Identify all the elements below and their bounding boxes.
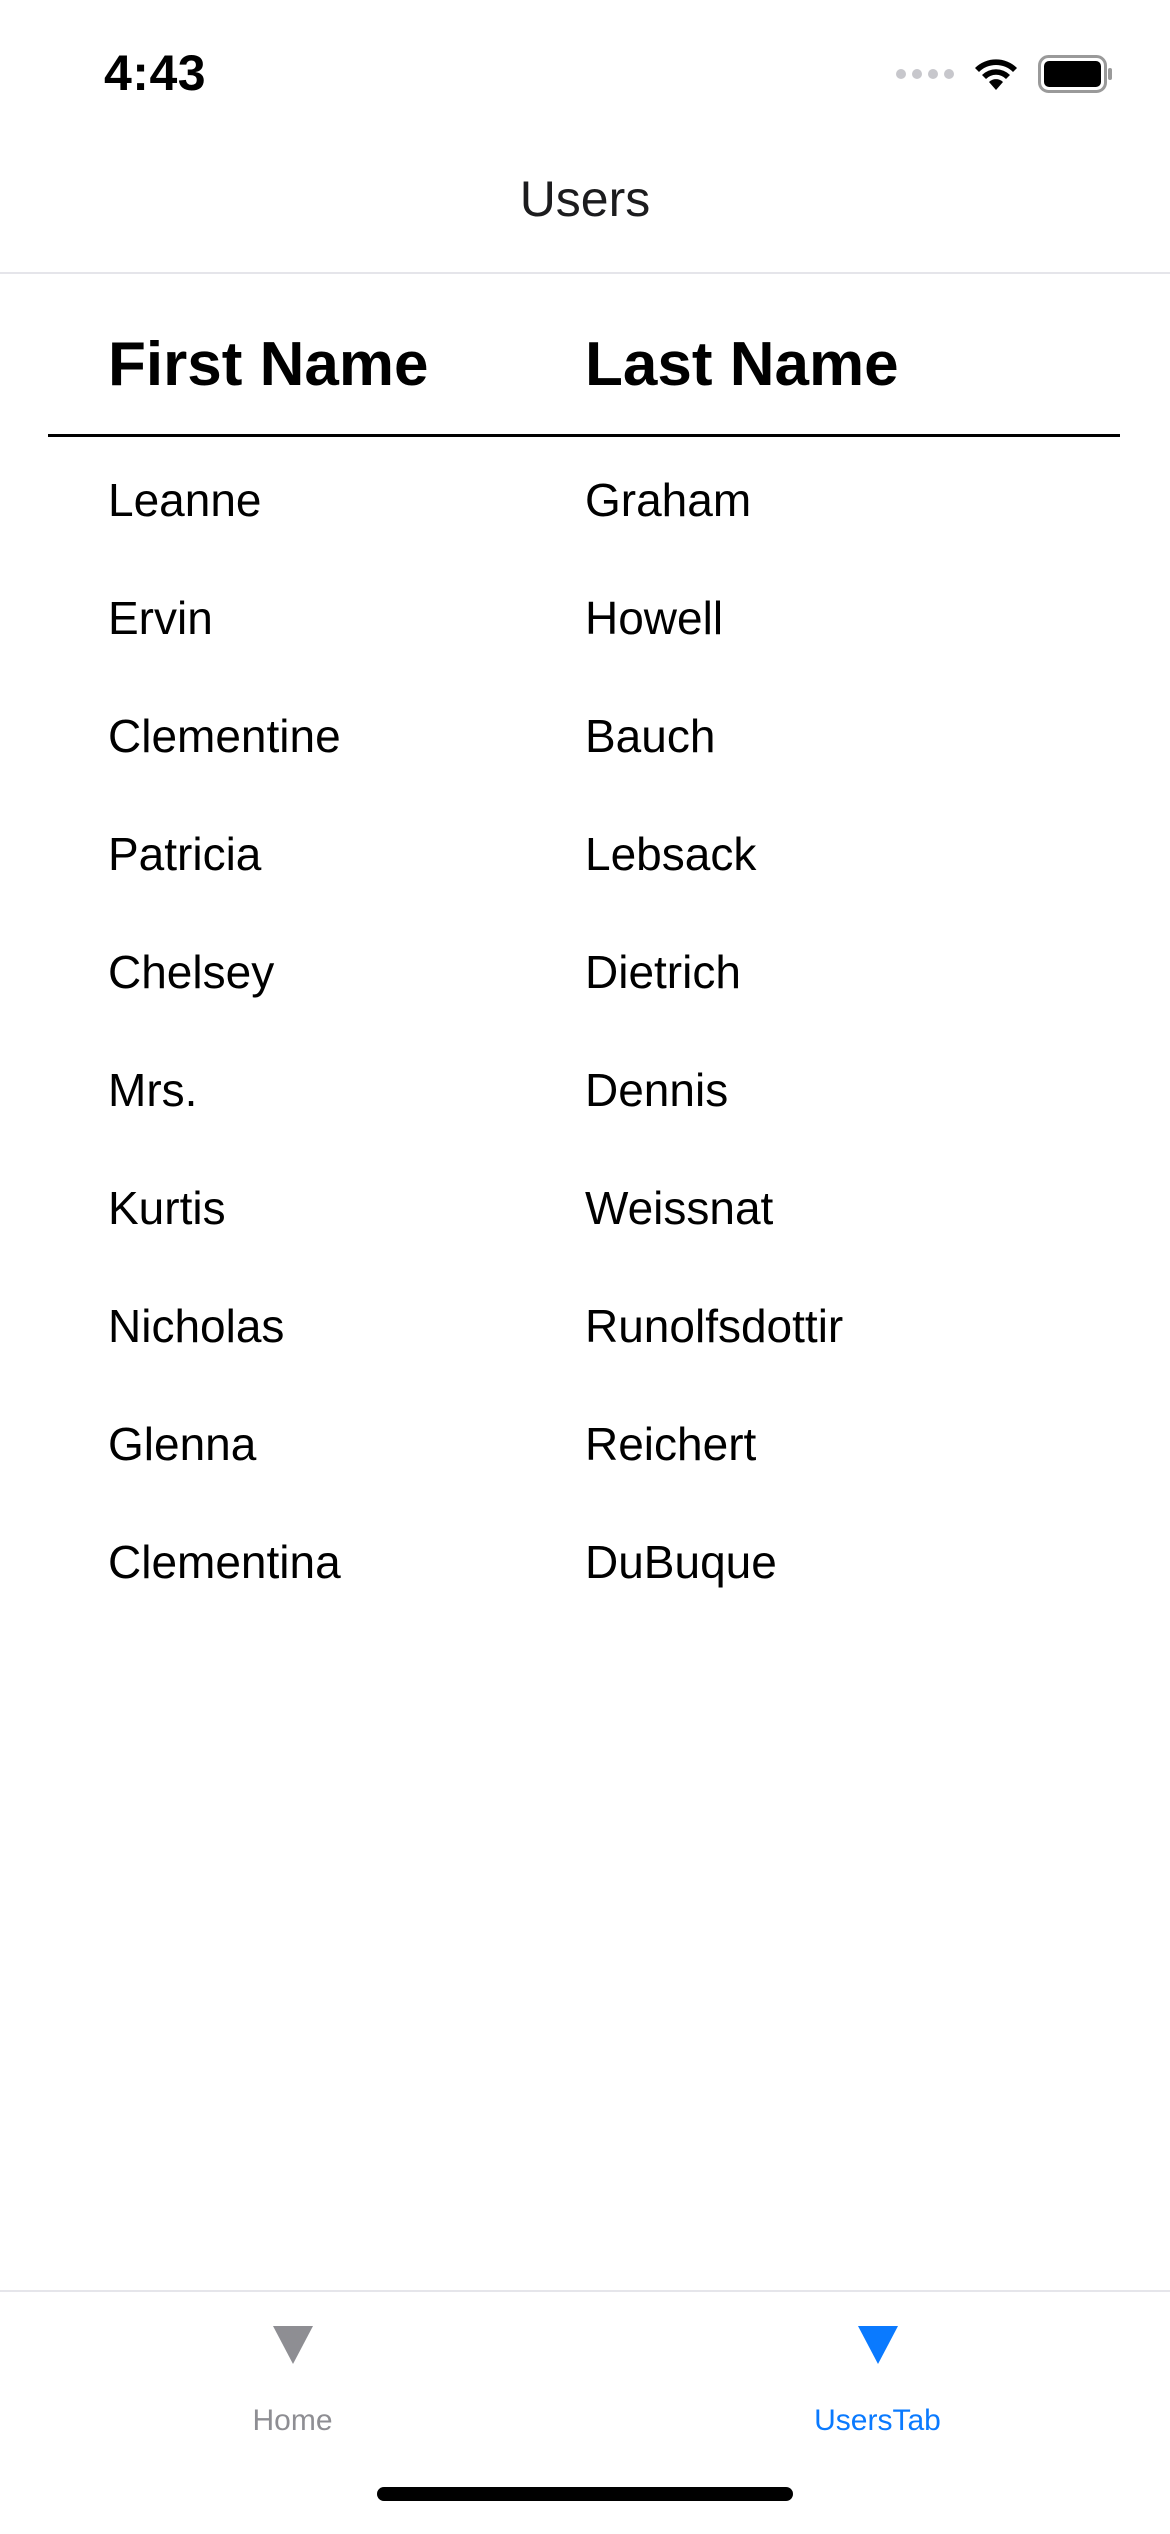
first-name-cell: Clementine <box>108 710 341 762</box>
table-row: Nicholas Runolfsdottir <box>48 1267 1120 1385</box>
cellular-signal-icon <box>896 69 954 79</box>
last-name-cell: Graham <box>585 474 752 526</box>
table-row: Glenna Reichert <box>48 1385 1120 1503</box>
last-name-cell: Reichert <box>585 1418 757 1470</box>
tab-home-label: Home <box>252 2404 333 2437</box>
table-body: Leanne Graham Ervin Howell Clementine Ba… <box>48 437 1120 1621</box>
first-name-cell: Clementina <box>108 1536 341 1588</box>
first-name-cell: Glenna <box>108 1418 257 1470</box>
table-row: Mrs. Dennis <box>48 1031 1120 1149</box>
table-row: Leanne Graham <box>48 441 1120 559</box>
battery-icon <box>1038 55 1112 93</box>
first-name-cell: Chelsey <box>108 946 275 998</box>
status-icons <box>896 50 1114 98</box>
first-name-cell: Nicholas <box>108 1300 285 1352</box>
first-name-cell: Patricia <box>108 828 262 880</box>
tab-home[interactable]: Home <box>0 2292 585 2462</box>
status-time: 4:43 <box>104 45 207 101</box>
triangle-down-icon <box>857 2326 898 2364</box>
last-name-cell: Weissnat <box>585 1182 774 1234</box>
column-header-first-name: First Name <box>108 330 429 399</box>
last-name-cell: Dennis <box>585 1064 729 1116</box>
first-name-cell: Mrs. <box>108 1064 198 1116</box>
tab-users[interactable]: UsersTab <box>585 2292 1170 2462</box>
tab-users-label: UsersTab <box>814 2404 941 2437</box>
wifi-icon <box>975 59 1017 90</box>
navigation-bar: Users <box>0 140 1170 274</box>
status-bar: 4:43 <box>0 0 1170 140</box>
table-row: Patricia Lebsack <box>48 795 1120 913</box>
users-table: First Name Last Name Leanne Graham Ervin… <box>48 312 1120 1621</box>
first-name-cell: Leanne <box>108 474 262 526</box>
last-name-cell: Bauch <box>585 710 716 762</box>
first-name-cell: Kurtis <box>108 1182 226 1234</box>
table-row: Chelsey Dietrich <box>48 913 1120 1031</box>
last-name-cell: Dietrich <box>585 946 741 998</box>
table-row: Kurtis Weissnat <box>48 1149 1120 1267</box>
last-name-cell: DuBuque <box>585 1536 777 1588</box>
last-name-cell: Howell <box>585 592 724 644</box>
table-row: Clementine Bauch <box>48 677 1120 795</box>
column-header-last-name: Last Name <box>585 330 899 399</box>
last-name-cell: Runolfsdottir <box>585 1300 844 1352</box>
table-row: Clementina DuBuque <box>48 1503 1120 1621</box>
table-row: Ervin Howell <box>48 559 1120 677</box>
table-header: First Name Last Name <box>48 312 1120 437</box>
home-indicator <box>377 2487 793 2501</box>
first-name-cell: Ervin <box>108 592 213 644</box>
last-name-cell: Lebsack <box>585 828 757 880</box>
triangle-down-icon <box>272 2326 313 2364</box>
page-title: Users <box>519 171 651 227</box>
